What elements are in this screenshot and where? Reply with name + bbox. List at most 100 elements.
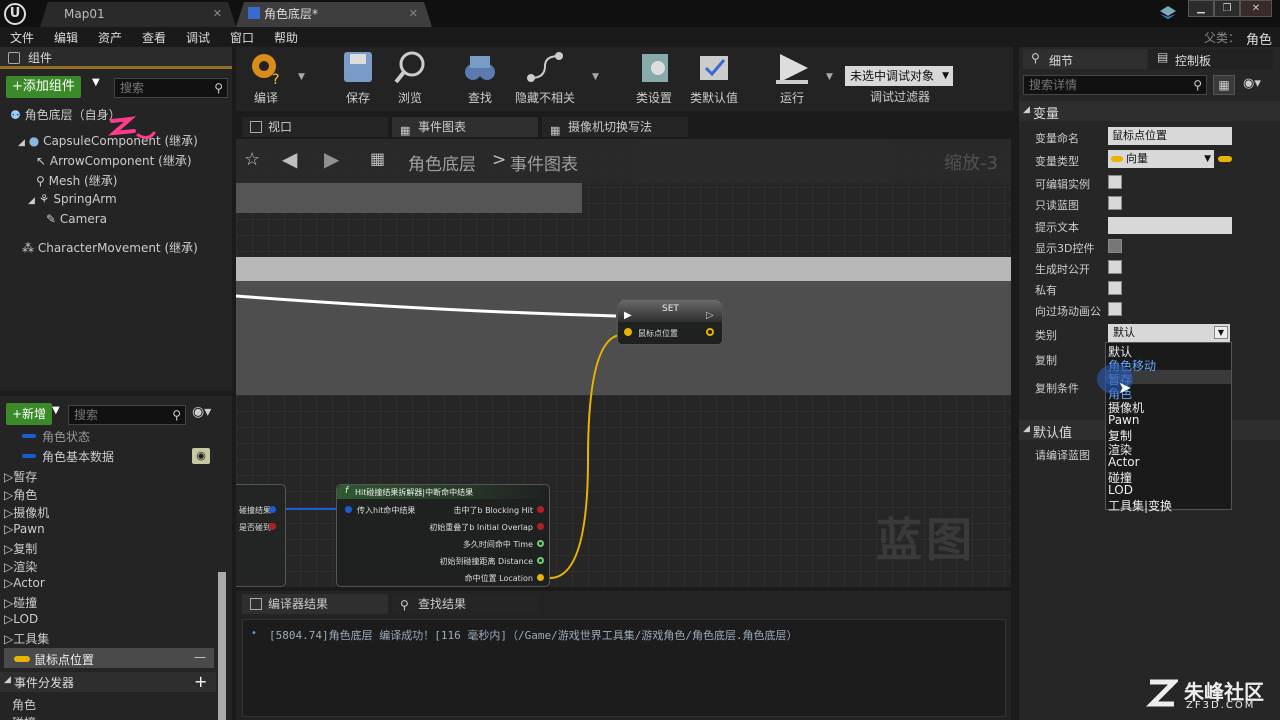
debug-object-select[interactable]: 未选中调试对象 ▼ xyxy=(845,66,953,86)
category-camera[interactable]: ▷摄像机 xyxy=(4,504,49,521)
add-new-button[interactable]: +新增 xyxy=(6,403,53,425)
eye-icon[interactable]: ◉▾ xyxy=(1243,76,1261,91)
unreal-logo-icon[interactable]: U xyxy=(4,3,26,25)
menu-window[interactable]: 窗口 xyxy=(230,29,254,46)
category-tools[interactable]: ▷工具集 xyxy=(4,630,49,647)
vector-in-pin-icon[interactable] xyxy=(624,328,632,336)
category-lod[interactable]: ▷LOD xyxy=(4,612,38,626)
property-matrix-button[interactable]: ▦ xyxy=(1213,75,1235,95)
event-graph-canvas[interactable]: ☆ ◀ ▶ ▦ 角色底层 > 事件图表 缩放-3 SET ▶ ▷ 鼠标点位置 碰… xyxy=(236,139,1011,587)
dispatcher-item[interactable]: 碰撞 xyxy=(12,714,36,720)
chevron-down-icon[interactable]: ▼ xyxy=(52,405,60,416)
variable-item[interactable]: 角色状态 xyxy=(22,428,90,445)
readonly-checkbox[interactable] xyxy=(1108,196,1122,210)
close-icon[interactable]: ✕ xyxy=(213,2,222,26)
vector-out-pin-icon[interactable] xyxy=(537,574,544,581)
exec-out-pin-icon[interactable]: ▷ xyxy=(706,310,714,321)
expand-arrow-icon[interactable]: ◢ xyxy=(18,138,25,148)
tab-blueprint[interactable]: 角色底层* ✕ xyxy=(236,2,432,27)
category-collision[interactable]: ▷碰撞 xyxy=(4,594,37,611)
category-option[interactable]: LOD xyxy=(1108,483,1133,497)
exec-in-pin-icon[interactable]: ▶ xyxy=(624,310,632,321)
bool-out-pin-icon[interactable] xyxy=(537,523,544,530)
private-checkbox[interactable] xyxy=(1108,281,1122,295)
tab-details[interactable]: ⚲ 细节 xyxy=(1023,49,1147,69)
add-icon[interactable]: + xyxy=(194,672,207,691)
menu-asset[interactable]: 资产 xyxy=(98,29,122,46)
dispatcher-item[interactable]: 角色 xyxy=(12,696,36,713)
minimize-button[interactable]: ▁ xyxy=(1188,0,1214,17)
tree-item-arrow[interactable]: ↖ ArrowComponent (继承) xyxy=(36,152,192,169)
run-button[interactable]: 运行 xyxy=(762,50,822,108)
category-character[interactable]: ▷角色 xyxy=(4,486,37,503)
scrollbar[interactable] xyxy=(218,572,226,720)
tooltip-input[interactable] xyxy=(1108,217,1232,234)
class-settings-button[interactable]: 类设置 xyxy=(624,50,684,108)
tree-item-charactermovement[interactable]: ⁂ CharacterMovement (继承) xyxy=(22,239,198,256)
break-hit-node[interactable]: f Hit碰撞结果拆解器|中断命中结果 传入hit命中结果 击中了b Block… xyxy=(336,484,550,587)
close-icon[interactable]: ✕ xyxy=(409,2,418,26)
bool-out-pin-icon[interactable] xyxy=(537,506,544,513)
menu-help[interactable]: 帮助 xyxy=(274,29,298,46)
tab-map01[interactable]: Map01 ✕ xyxy=(40,2,236,27)
expand-arrow-icon[interactable]: ◢ xyxy=(28,196,35,206)
category-actor[interactable]: ▷Actor xyxy=(4,576,45,590)
visibility-eye-icon[interactable]: ◉ xyxy=(192,448,210,464)
tab-find-results[interactable]: ⚲ 查找结果 xyxy=(392,594,538,614)
tree-item-springarm[interactable]: ◢ ⚘ SpringArm xyxy=(28,192,117,206)
blueprint-search-input[interactable]: 搜索 ⚲ xyxy=(68,405,186,425)
eye-icon[interactable]: ◉▾ xyxy=(192,404,211,420)
float-out-pin-icon[interactable] xyxy=(537,557,544,564)
category-combo[interactable]: 默认 ▼ xyxy=(1108,324,1230,342)
category-option[interactable]: Pawn xyxy=(1108,413,1139,427)
menu-debug[interactable]: 调试 xyxy=(186,29,210,46)
chevron-down-icon[interactable]: ▼ xyxy=(826,72,833,82)
show-3d-checkbox[interactable] xyxy=(1108,239,1122,253)
parent-class-value[interactable]: 角色 xyxy=(1246,29,1272,48)
category-option[interactable]: Actor xyxy=(1108,455,1140,469)
category-rendering[interactable]: ▷渲染 xyxy=(4,558,37,575)
menu-file[interactable]: 文件 xyxy=(10,29,34,46)
details-search-input[interactable]: 搜索详情 ⚲ xyxy=(1023,75,1207,95)
self-item[interactable]: ⚉ 角色底层（自身） xyxy=(10,106,121,123)
tab-palette[interactable]: ▤ 控制板 xyxy=(1149,49,1273,69)
browse-button[interactable]: 浏览 xyxy=(380,50,440,108)
category-stash[interactable]: ▷暂存 xyxy=(4,468,37,485)
menu-edit[interactable]: 编辑 xyxy=(54,29,78,46)
expose-spawn-checkbox[interactable] xyxy=(1108,260,1122,274)
source-control-icon[interactable] xyxy=(1160,6,1176,20)
menu-view[interactable]: 查看 xyxy=(142,29,166,46)
selected-variable-row[interactable]: 鼠标点位置 — xyxy=(4,648,214,668)
class-defaults-button[interactable]: 类默认值 xyxy=(684,50,744,108)
tab-event-graph[interactable]: ▦ 事件图表 xyxy=(392,117,538,137)
var-name-input[interactable]: 鼠标点位置 xyxy=(1108,127,1232,145)
close-window-button[interactable]: ✕ xyxy=(1240,0,1272,17)
add-component-button[interactable]: +添加组件 xyxy=(6,76,81,98)
struct-out-pin-icon[interactable] xyxy=(269,506,276,513)
editable-instance-checkbox[interactable] xyxy=(1108,175,1122,189)
collapse-icon[interactable]: — xyxy=(194,650,206,664)
category-option[interactable]: 工具集|变换 xyxy=(1108,497,1172,514)
compile-button[interactable]: ? 编译 xyxy=(236,50,296,108)
hide-unrelated-button[interactable]: 隐藏不相关 xyxy=(512,50,578,108)
set-node[interactable]: SET ▶ ▷ 鼠标点位置 xyxy=(617,299,723,345)
variable-item[interactable]: 角色基本数据 xyxy=(22,448,114,465)
category-replication[interactable]: ▷复制 xyxy=(4,540,37,557)
float-out-pin-icon[interactable] xyxy=(537,540,544,547)
find-button[interactable]: 查找 xyxy=(450,50,510,108)
vector-out-pin-icon[interactable] xyxy=(706,328,714,336)
tab-compiler-results[interactable]: 编译器结果 xyxy=(242,594,388,614)
dispatcher-header[interactable]: ◢ 事件分发器 + xyxy=(0,672,216,692)
hit-result-node[interactable]: 碰撞结果 是否碰到 xyxy=(236,484,286,587)
chevron-down-icon[interactable]: ▼ xyxy=(1214,326,1228,339)
tree-item-camera[interactable]: ✎ Camera xyxy=(46,212,107,226)
save-button[interactable]: 保存 xyxy=(328,50,388,108)
component-search-input[interactable]: 搜索 ⚲ xyxy=(114,78,228,98)
variable-section-header[interactable]: ◢ 变量 xyxy=(1019,101,1280,122)
struct-in-pin-icon[interactable] xyxy=(345,506,352,513)
chevron-down-icon[interactable]: ▼ xyxy=(592,72,599,82)
category-pawn[interactable]: ▷Pawn xyxy=(4,522,45,536)
chevron-down-icon[interactable]: ▼ xyxy=(92,77,100,88)
maximize-button[interactable]: ❐ xyxy=(1214,0,1240,17)
var-type-select[interactable]: 向量 ▼ xyxy=(1108,150,1214,168)
